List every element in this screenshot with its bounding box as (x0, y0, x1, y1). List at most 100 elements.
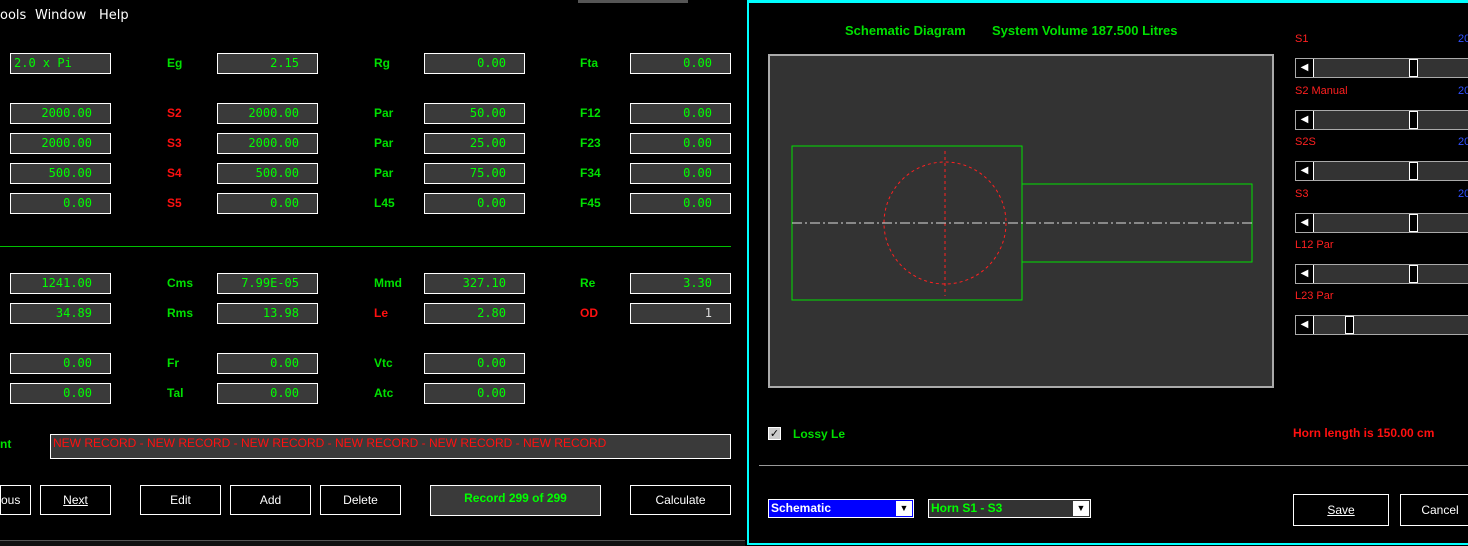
field-r7-c4[interactable]: 1 (630, 303, 731, 324)
label-r5-c4: F45 (580, 196, 601, 210)
calculate-button[interactable]: Calculate (630, 485, 731, 515)
view-select[interactable]: Schematic ▼ (768, 499, 914, 518)
field-r8-c3[interactable]: 0.00 (424, 353, 525, 374)
horn-length: Horn length is 150.00 cm (1293, 426, 1435, 440)
field-r2-c1[interactable]: 2000.00 (10, 103, 111, 124)
field-r4-c3[interactable]: 75.00 (424, 163, 525, 184)
field-r9-c2[interactable]: 0.00 (217, 383, 318, 404)
field-r3-c2[interactable]: 2000.00 (217, 133, 318, 154)
menu-window[interactable]: Window (35, 8, 86, 23)
slider-thumb[interactable] (1345, 316, 1354, 334)
slider-thumb[interactable] (1409, 265, 1418, 283)
field-r7-c3[interactable]: 2.80 (424, 303, 525, 324)
slider-3[interactable]: ◀ (1295, 161, 1468, 181)
view-select-value: Schematic (771, 501, 832, 515)
slider-2[interactable]: ◀ (1295, 110, 1468, 130)
window-divider (759, 465, 1468, 466)
field-r2-c3[interactable]: 50.00 (424, 103, 525, 124)
slider-6[interactable]: ◀ (1295, 315, 1468, 335)
chevron-down-icon[interactable]: ▼ (896, 501, 912, 516)
previous-button[interactable]: ous (0, 485, 31, 515)
arrow-left-icon[interactable]: ◀ (1296, 265, 1314, 283)
field-r1-c2[interactable]: 2.15 (217, 53, 318, 74)
section-select-value: Horn S1 - S3 (931, 501, 1003, 515)
slider-4[interactable]: ◀ (1295, 213, 1468, 233)
field-r6-c1[interactable]: 1241.00 (10, 273, 111, 294)
label-r5-c3: L45 (374, 196, 395, 210)
field-r7-c1[interactable]: 34.89 (10, 303, 111, 324)
field-r1-c3[interactable]: 0.00 (424, 53, 525, 74)
slider-thumb[interactable] (1409, 111, 1418, 129)
label-r6-c2: Cms (167, 276, 194, 290)
field-r6-c4[interactable]: 3.30 (630, 273, 731, 294)
field-r3-c1[interactable]: 2000.00 (10, 133, 111, 154)
arrow-left-icon[interactable]: ◀ (1296, 111, 1314, 129)
comment-label: nt (0, 437, 12, 451)
field-r5-c4[interactable]: 0.00 (630, 193, 731, 214)
save-button[interactable]: Save (1293, 494, 1389, 526)
slider-label-2: S2 Manual (1295, 85, 1348, 97)
arrow-left-icon[interactable]: ◀ (1296, 162, 1314, 180)
lossy-label: Lossy Le (793, 427, 846, 441)
title-strip-tab (578, 0, 688, 3)
arrow-left-icon[interactable]: ◀ (1296, 59, 1314, 77)
label-r7-c3: Le (374, 306, 389, 320)
status-bar (0, 540, 745, 546)
label-r9-c2: Tal (167, 386, 184, 400)
section-select[interactable]: Horn S1 - S3 ▼ (928, 499, 1091, 518)
field-r3-c4[interactable]: 0.00 (630, 133, 731, 154)
slider-1[interactable]: ◀ (1295, 58, 1468, 78)
label-r1-c2: Eg (167, 56, 183, 70)
slider-5[interactable]: ◀ (1295, 264, 1468, 284)
field-r6-c2[interactable]: 7.99E-05 (217, 273, 318, 294)
label-r4-c3: Par (374, 166, 394, 180)
field-r6-c3[interactable]: 327.10 (424, 273, 525, 294)
add-button[interactable]: Add (230, 485, 311, 515)
field-r2-c4[interactable]: 0.00 (630, 103, 731, 124)
slider-label-5: L12 Par (1295, 239, 1334, 251)
field-r2-c2[interactable]: 2000.00 (217, 103, 318, 124)
chevron-down-icon[interactable]: ▼ (1073, 501, 1089, 516)
field-r8-c2[interactable]: 0.00 (217, 353, 318, 374)
label-r7-c2: Rms (167, 306, 194, 320)
label-r4-c4: F34 (580, 166, 601, 180)
lossy-checkbox[interactable]: ✓ (768, 427, 781, 440)
field-r5-c2[interactable]: 0.00 (217, 193, 318, 214)
label-r2-c2: S2 (167, 106, 182, 120)
field-r1-c1[interactable]: 2.0 x Pi (10, 53, 111, 74)
label-r8-c3: Vtc (374, 356, 393, 370)
delete-button[interactable]: Delete (320, 485, 401, 515)
cancel-button[interactable]: Cancel (1400, 494, 1468, 526)
slider-thumb[interactable] (1409, 214, 1418, 232)
slider-thumb[interactable] (1409, 59, 1418, 77)
field-r4-c1[interactable]: 500.00 (10, 163, 111, 184)
schematic-canvas (768, 54, 1274, 388)
edit-button[interactable]: Edit (140, 485, 221, 515)
field-r4-c4[interactable]: 0.00 (630, 163, 731, 184)
field-r7-c2[interactable]: 13.98 (217, 303, 318, 324)
menu-tools[interactable]: ools (0, 8, 26, 23)
field-r9-c1[interactable]: 0.00 (10, 383, 111, 404)
arrow-left-icon[interactable]: ◀ (1296, 316, 1314, 334)
next-button[interactable]: Next (40, 485, 111, 515)
menu-help[interactable]: Help (99, 8, 129, 23)
slider-label-3: S2S (1295, 136, 1316, 148)
field-r3-c3[interactable]: 25.00 (424, 133, 525, 154)
comment-field[interactable]: NEW RECORD - NEW RECORD - NEW RECORD - N… (50, 434, 731, 459)
field-r9-c3[interactable]: 0.00 (424, 383, 525, 404)
schematic-title: Schematic Diagram (845, 23, 966, 38)
horn-schematic (791, 145, 1253, 301)
slider-thumb[interactable] (1409, 162, 1418, 180)
field-r4-c2[interactable]: 500.00 (217, 163, 318, 184)
field-r5-c3[interactable]: 0.00 (424, 193, 525, 214)
label-r2-c4: F12 (580, 106, 601, 120)
slider-value-1: 20 (1458, 33, 1468, 45)
arrow-left-icon[interactable]: ◀ (1296, 214, 1314, 232)
section-divider (0, 246, 731, 247)
label-r5-c2: S5 (167, 196, 182, 210)
field-r8-c1[interactable]: 0.00 (10, 353, 111, 374)
field-r5-c1[interactable]: 0.00 (10, 193, 111, 214)
field-r1-c4[interactable]: 0.00 (630, 53, 731, 74)
slider-label-4: S3 (1295, 188, 1309, 200)
label-r6-c4: Re (580, 276, 596, 290)
